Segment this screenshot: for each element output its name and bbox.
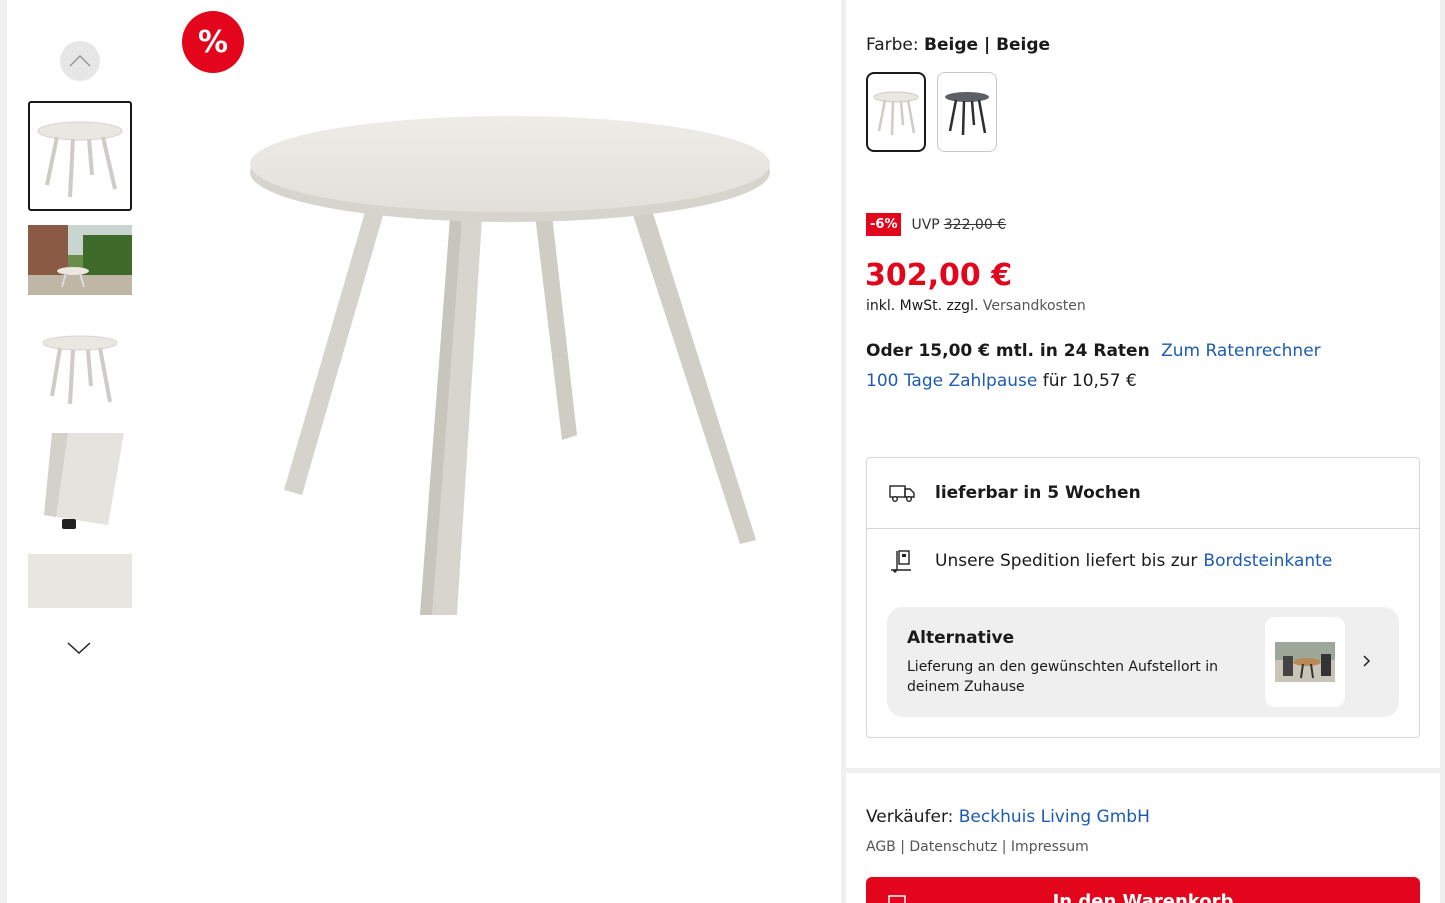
availability-row: lieferbar in 5 Wochen — [867, 458, 1419, 529]
shipping-costs-link[interactable]: Versandkosten — [983, 298, 1086, 314]
alternative-title: Alternative — [907, 628, 1015, 648]
color-selection: Farbe: Beige | Beige — [866, 35, 1050, 55]
alternative-description: Lieferung an den gewünschten Aufstellort… — [907, 659, 1218, 695]
payment-pause-link[interactable]: 100 Tage Zahlpause — [866, 371, 1037, 391]
uvp-label: UVP — [911, 216, 940, 233]
swatch-anthracite[interactable] — [937, 72, 997, 152]
product-main-image[interactable] — [232, 100, 792, 640]
thumbnail-3[interactable] — [28, 325, 132, 410]
chevron-right-icon — [1363, 655, 1371, 667]
uvp-price: 322,00 € — [943, 216, 1007, 233]
hand-truck-icon — [891, 550, 911, 573]
shipping-text: Unsere Spedition liefert bis zur — [935, 551, 1198, 571]
installment-calculator-link[interactable]: Zum Ratenrechner — [1161, 341, 1321, 361]
seller-line: Verkäufer: Beckhuis Living GmbH — [866, 807, 1150, 827]
sale-badge: % — [182, 11, 244, 73]
swatch-beige[interactable] — [866, 72, 926, 152]
installment-text: Oder 15,00 € mtl. in 24 Raten — [866, 341, 1150, 361]
payment-pause-line: 100 Tage Zahlpause für 10,57 € — [866, 371, 1137, 391]
table-beige-swatch-icon — [873, 91, 919, 136]
delivery-box: lieferbar in 5 Wochen Unsere Spedition l… — [866, 457, 1420, 738]
legal-links[interactable]: AGB | Datenschutz | Impressum — [866, 839, 1089, 855]
color-value: Beige | Beige — [924, 35, 1051, 55]
seller-name-link[interactable]: Beckhuis Living GmbH — [959, 807, 1150, 827]
table-beige-image — [37, 121, 123, 198]
cart-icon — [888, 895, 906, 903]
add-to-cart-label: In den Warenkorb — [1052, 891, 1234, 903]
vat-info: inkl. MwSt. zzgl. Versandkosten — [866, 298, 1086, 314]
availability-text: lieferbar in 5 Wochen — [935, 483, 1141, 503]
table-leg-detail-image — [28, 433, 132, 533]
chevron-up-icon — [69, 55, 91, 67]
gallery-down-button[interactable] — [64, 636, 94, 660]
shipping-row: Unsere Spedition liefert bis zur Bordste… — [889, 548, 1332, 574]
truck-icon — [889, 485, 915, 502]
alternative-delivery-card[interactable]: Alternative Lieferung an den gewünschten… — [887, 607, 1399, 717]
thumbnail-4[interactable] — [28, 433, 132, 533]
seller-panel: Verkäufer: Beckhuis Living GmbH AGB | Da… — [846, 773, 1440, 903]
add-to-cart-button[interactable]: In den Warenkorb — [866, 877, 1420, 903]
vat-text: inkl. MwSt. zzgl. — [866, 298, 979, 314]
gallery-up-button[interactable] — [60, 41, 100, 81]
gallery-panel: % — [7, 0, 841, 903]
thumbnail-5[interactable] — [28, 554, 132, 608]
furniture-room-image — [1275, 642, 1335, 682]
table-small-image — [42, 335, 118, 404]
thumbnail-2[interactable] — [28, 225, 132, 295]
discount-badge: -6% — [866, 213, 902, 236]
discount-row: -6% UVP 322,00 € — [866, 213, 1006, 236]
alternative-image — [1265, 617, 1345, 707]
chevron-down-icon — [67, 642, 91, 654]
installment-line: Oder 15,00 € mtl. in 24 Raten Zum Ratenr… — [866, 341, 1321, 361]
seller-label: Verkäufer: — [866, 807, 954, 827]
payment-pause-text: für 10,57 € — [1042, 371, 1137, 391]
curbside-link[interactable]: Bordsteinkante — [1203, 551, 1332, 571]
product-info-panel: Farbe: Beige | Beige -6% UVP 322,00 € 30… — [846, 0, 1440, 768]
garden-scene-image — [28, 225, 132, 295]
color-label: Farbe: — [866, 35, 919, 55]
thumbnail-1[interactable] — [28, 101, 132, 211]
table-anthracite-swatch-icon — [945, 92, 989, 136]
current-price: 302,00 € — [865, 258, 1013, 293]
